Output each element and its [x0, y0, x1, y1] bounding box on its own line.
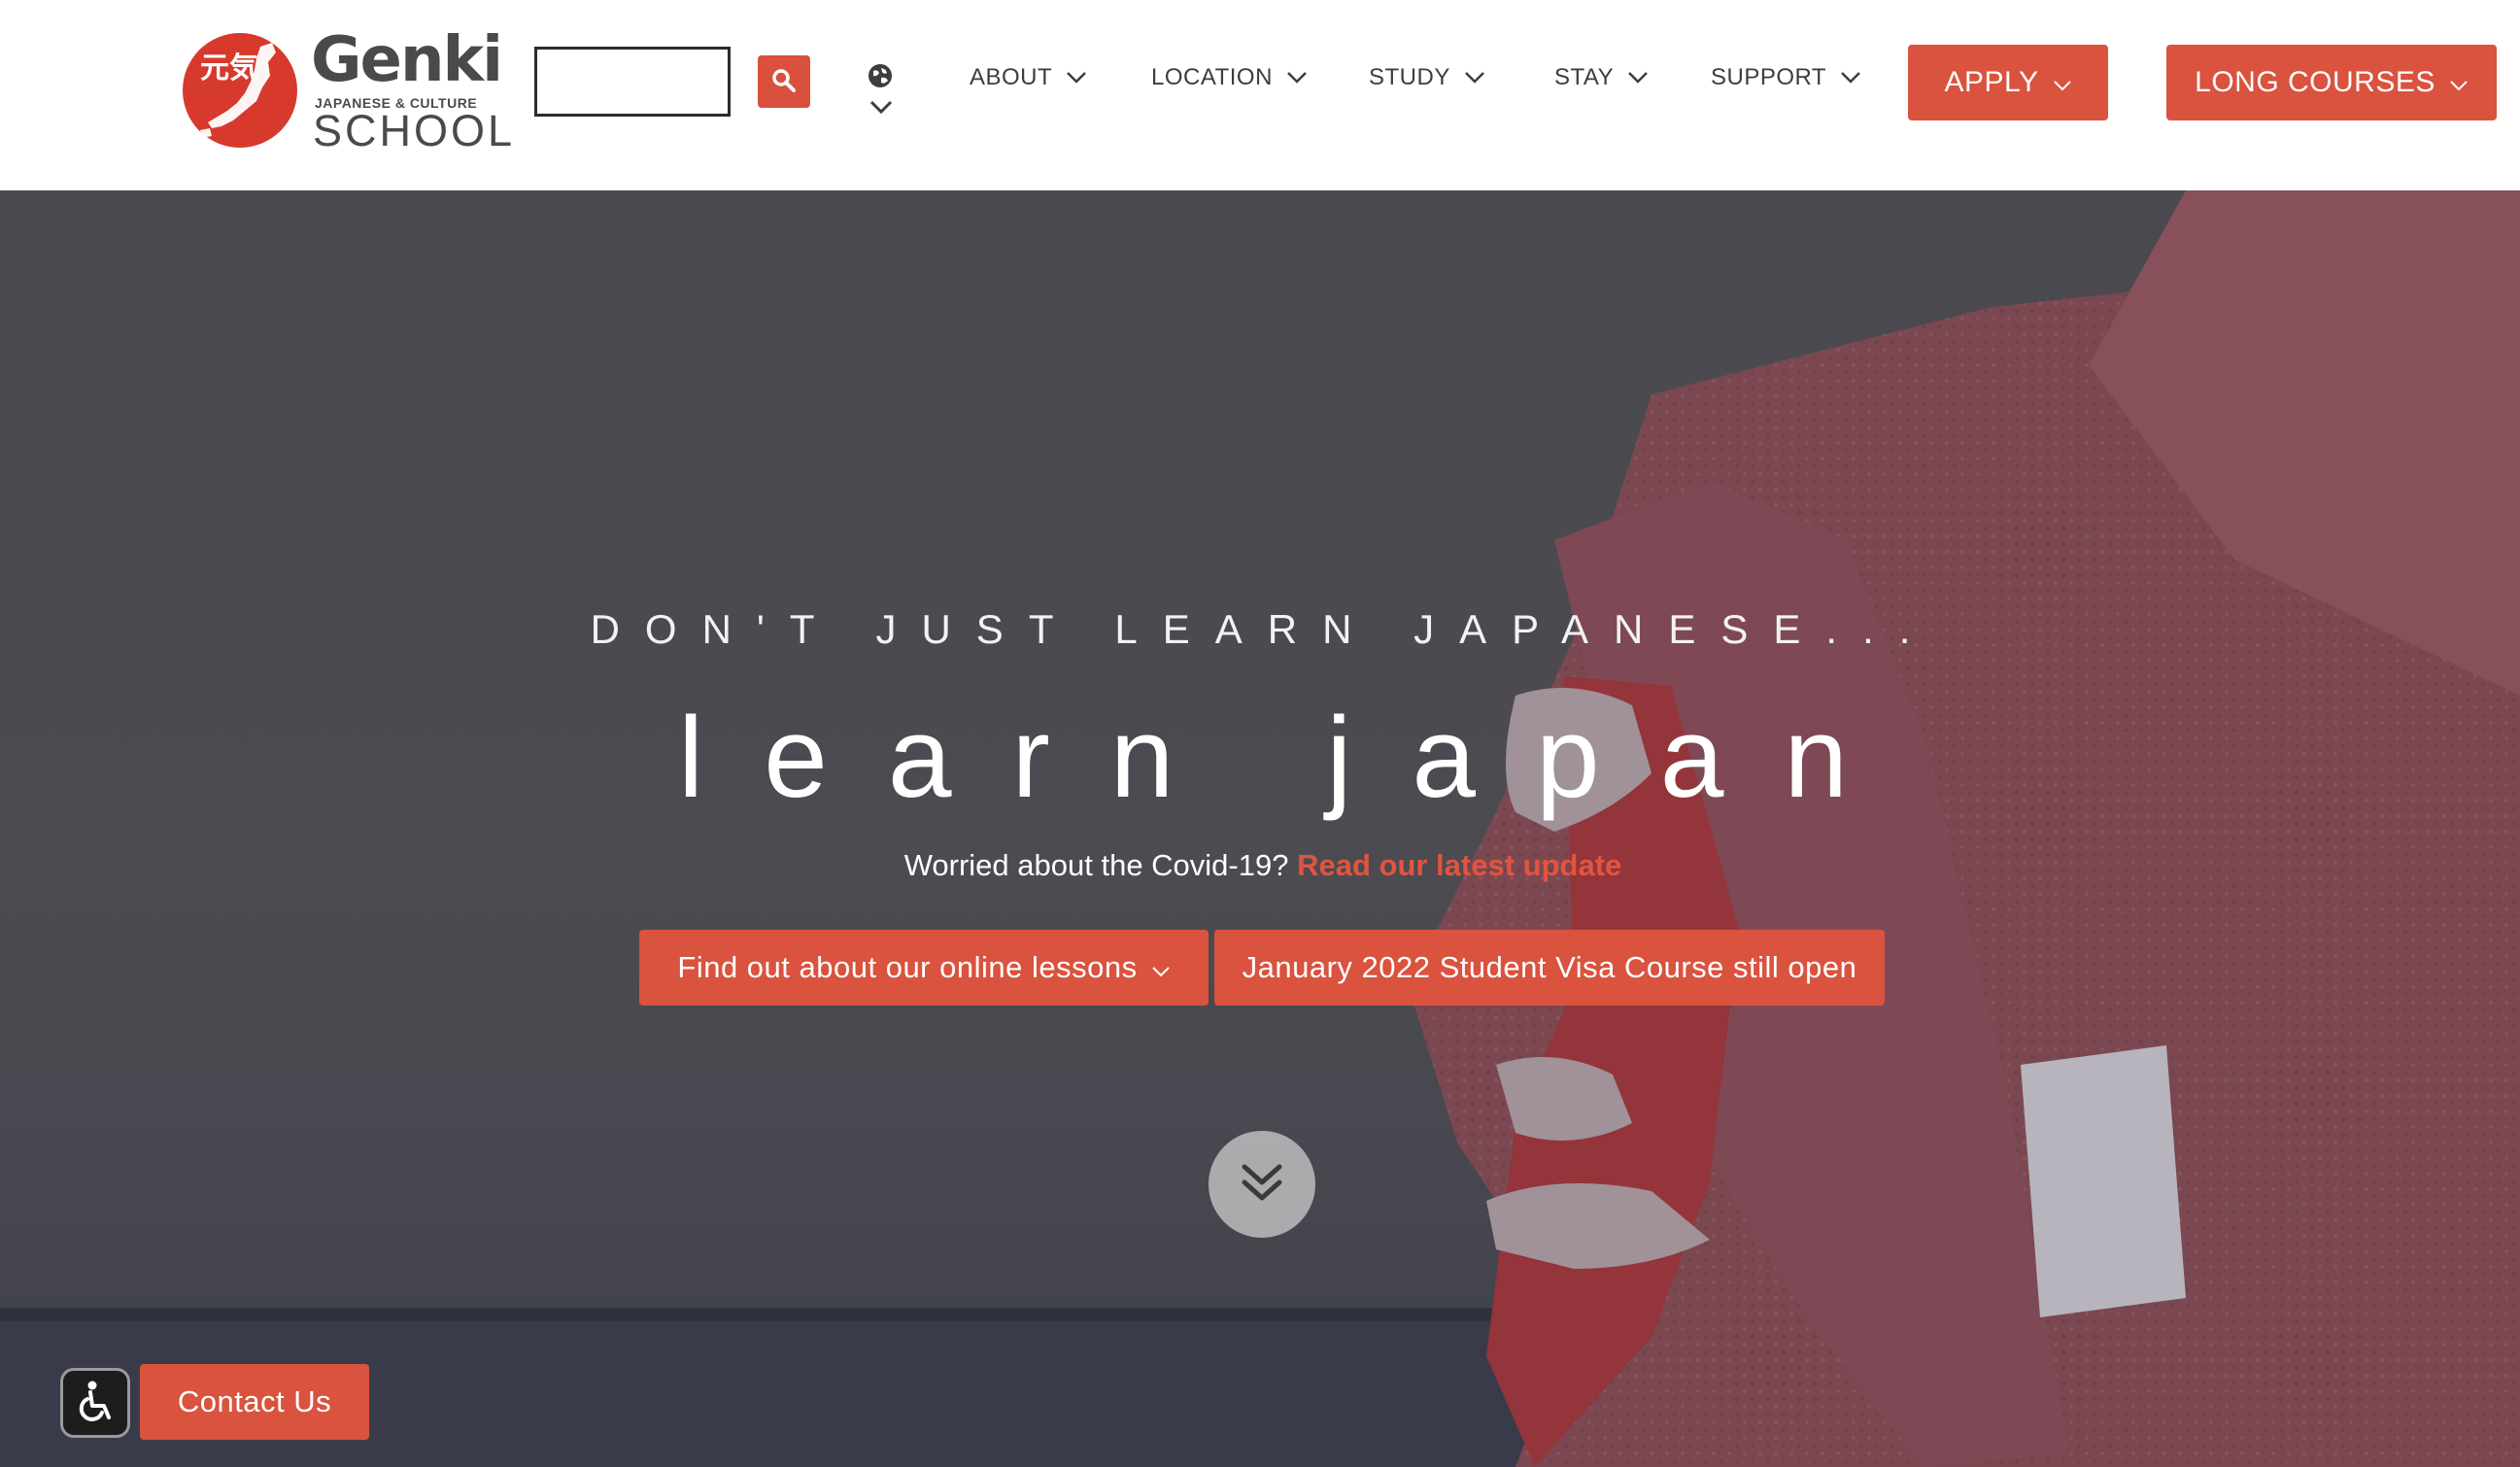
student-visa-label: January 2022 Student Visa Course still o… — [1242, 950, 1857, 984]
nav-study[interactable]: STUDY — [1369, 60, 1485, 95]
long-courses-label: LONG COURSES — [2195, 66, 2435, 98]
chevron-down-icon — [1464, 64, 1485, 91]
genki-logo[interactable]: 元気 Genki JAPANESE & CULTURE SCHOOL — [183, 29, 512, 157]
long-courses-button[interactable]: LONG COURSES — [2166, 45, 2497, 120]
chevron-down-icon — [1151, 950, 1171, 985]
nav-label: LOCATION — [1151, 64, 1273, 90]
chevron-down-icon — [1286, 64, 1308, 91]
covid-text: Worried about the Covid-19? — [903, 848, 1289, 882]
logo-wordmark: Genki — [311, 24, 503, 96]
search-button[interactable] — [758, 55, 810, 108]
student-visa-button[interactable]: January 2022 Student Visa Course still o… — [1214, 930, 1885, 1006]
chevron-down-icon — [1627, 64, 1649, 91]
nav-label: STAY — [1554, 64, 1615, 90]
nav-label: ABOUT — [970, 64, 1053, 90]
svg-text:元気: 元気 — [200, 51, 258, 85]
hero-section: DON'T JUST LEARN JAPANESE... learn japan… — [0, 190, 2520, 1467]
site-header: 元気 Genki JAPANESE & CULTURE SCHOOL ABOUT — [0, 0, 2520, 190]
covid-notice: Worried about the Covid-19? Read our lat… — [583, 848, 1943, 883]
covid-update-link[interactable]: Read our latest update — [1297, 848, 1621, 882]
hero-eyebrow: DON'T JUST LEARN JAPANESE... — [590, 606, 1936, 652]
hero-content: DON'T JUST LEARN JAPANESE... learn japan… — [0, 190, 2520, 1467]
accessibility-button[interactable] — [60, 1368, 130, 1438]
apply-label: APPLY — [1944, 66, 2039, 98]
nav-support[interactable]: SUPPORT — [1711, 60, 1861, 95]
scroll-down-button[interactable] — [1209, 1131, 1315, 1238]
chevron-down-icon — [2449, 66, 2469, 99]
chevron-down-icon — [2053, 66, 2072, 99]
chevron-down-icon — [1066, 64, 1087, 91]
language-selector[interactable] — [863, 58, 902, 136]
nav-stay[interactable]: STAY — [1554, 60, 1649, 95]
accessibility-icon — [73, 1379, 118, 1428]
hero-headline: learn japan — [678, 694, 1908, 822]
nav-about[interactable]: ABOUT — [970, 60, 1087, 95]
search-icon — [771, 68, 797, 96]
online-lessons-label: Find out about our online lessons — [677, 950, 1138, 984]
nav-label: STUDY — [1369, 64, 1450, 90]
logo-emblem: 元気 — [183, 33, 297, 148]
chevron-down-icon — [868, 99, 894, 119]
double-chevron-down-icon — [1239, 1159, 1285, 1211]
logo-school: SCHOOL — [313, 106, 516, 155]
nav-label: SUPPORT — [1711, 64, 1827, 90]
search-input[interactable] — [534, 47, 731, 117]
contact-us-label: Contact Us — [177, 1384, 332, 1418]
nav-location[interactable]: LOCATION — [1151, 60, 1308, 95]
chevron-down-icon — [1840, 64, 1861, 91]
contact-us-button[interactable]: Contact Us — [140, 1364, 369, 1440]
apply-button[interactable]: APPLY — [1908, 45, 2108, 120]
globe-icon — [868, 63, 893, 93]
online-lessons-button[interactable]: Find out about our online lessons — [639, 930, 1209, 1006]
